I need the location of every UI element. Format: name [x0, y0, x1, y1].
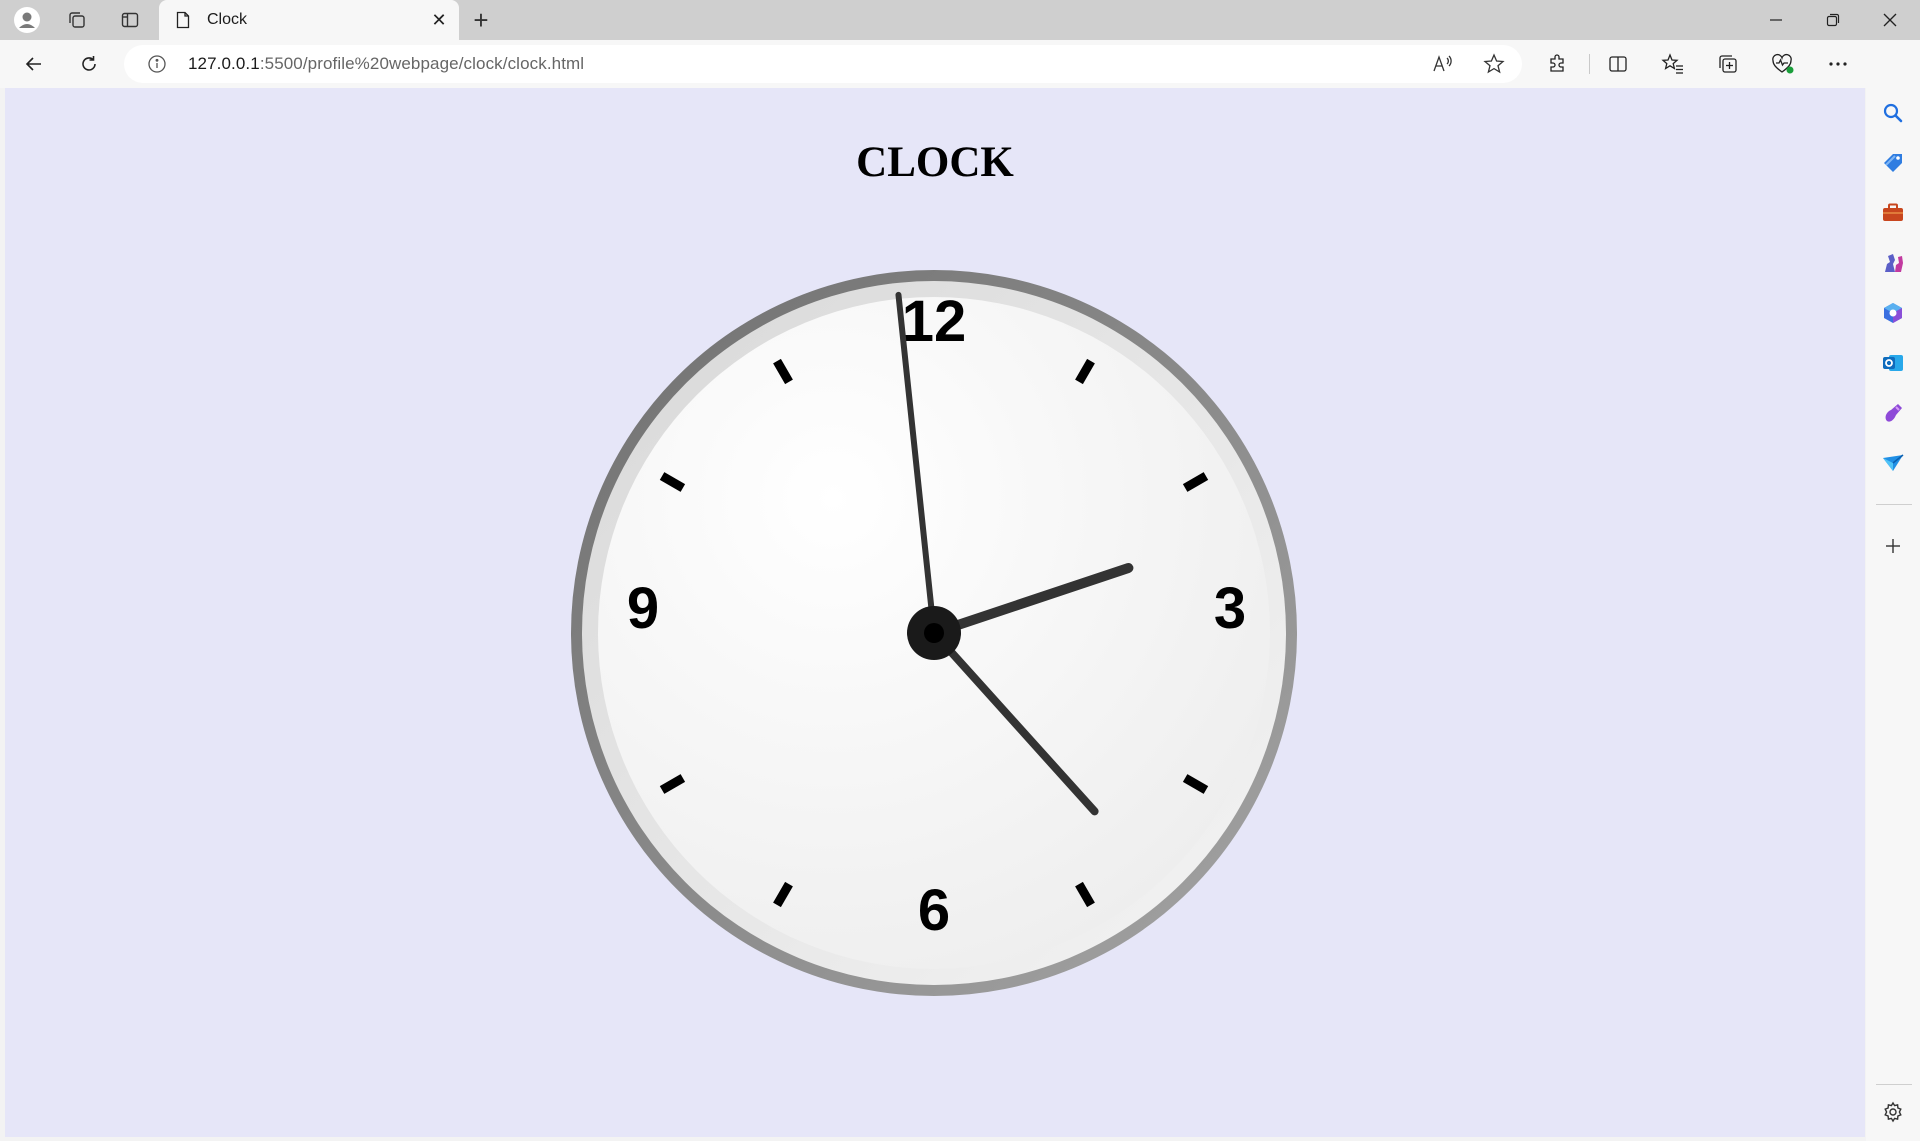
designer-icon[interactable]: [1876, 396, 1910, 430]
workspaces-button[interactable]: [60, 6, 94, 34]
toolbar-separator: [1589, 54, 1590, 74]
vertical-tabs-button[interactable]: [113, 6, 147, 34]
more-icon[interactable]: [1820, 48, 1856, 80]
refresh-button[interactable]: [71, 48, 107, 80]
center-pin: [924, 623, 944, 643]
shopping-tag-icon[interactable]: [1876, 146, 1910, 180]
new-tab-button[interactable]: +: [464, 4, 498, 36]
minimize-button[interactable]: [1748, 0, 1804, 40]
tab-clock[interactable]: Clock ✕: [159, 0, 459, 40]
close-icon: [1883, 13, 1897, 27]
split-screen-icon[interactable]: [1600, 48, 1636, 80]
back-button[interactable]: [16, 48, 52, 80]
numeral-3: 3: [1214, 576, 1246, 641]
tools-icon[interactable]: [1876, 196, 1910, 230]
vertical-tabs-icon: [121, 12, 139, 28]
games-icon[interactable]: [1876, 246, 1910, 280]
edge-sidebar: [1866, 40, 1920, 1141]
workspaces-icon: [69, 12, 85, 28]
clock: 12 3 6 9: [571, 270, 1297, 996]
sidebar-separator: [1876, 1084, 1912, 1085]
favorites-icon[interactable]: [1655, 48, 1691, 80]
page-icon: [173, 10, 193, 30]
numeral-12: 12: [902, 289, 967, 354]
extensions-icon[interactable]: [1540, 48, 1576, 80]
sidebar-separator: [1876, 504, 1912, 505]
favorite-star-icon[interactable]: [1480, 52, 1508, 76]
search-icon[interactable]: [1876, 96, 1910, 130]
profile-button[interactable]: [10, 6, 44, 34]
close-window-button[interactable]: [1862, 0, 1918, 40]
send-icon[interactable]: [1876, 446, 1910, 480]
refresh-icon: [82, 56, 96, 71]
navigation-bar: 127.0.0.1:5500/profile%20webpage/clock/c…: [0, 40, 1920, 88]
tab-title: Clock: [207, 11, 248, 28]
collections-icon[interactable]: [1710, 48, 1746, 80]
add-icon[interactable]: [1876, 529, 1910, 563]
profile-icon: [14, 7, 40, 33]
url-host: 127.0.0.1: [188, 54, 260, 73]
microsoft-365-icon[interactable]: [1876, 296, 1910, 330]
browser-essentials-icon[interactable]: [1765, 48, 1801, 80]
back-arrow-icon: [25, 57, 41, 71]
settings-icon[interactable]: [1876, 1095, 1910, 1129]
tab-strip: Clock ✕ +: [0, 0, 1920, 40]
read-aloud-icon[interactable]: [1429, 52, 1457, 76]
site-info-icon[interactable]: [146, 53, 168, 75]
url-text[interactable]: 127.0.0.1:5500/profile%20webpage/clock/c…: [188, 54, 584, 74]
restore-icon: [1826, 13, 1840, 27]
restore-button[interactable]: [1805, 0, 1861, 40]
page-content: CLOCK 12 3 6 9: [5, 88, 1865, 1137]
close-tab-icon[interactable]: ✕: [425, 6, 453, 34]
minimize-icon: [1770, 19, 1782, 21]
url-path: :5500/profile%20webpage/clock/clock.html: [259, 54, 585, 73]
outlook-icon[interactable]: [1876, 346, 1910, 380]
numeral-6: 6: [918, 878, 950, 943]
numeral-9: 9: [627, 576, 659, 641]
address-bar[interactable]: 127.0.0.1:5500/profile%20webpage/clock/c…: [124, 45, 1522, 83]
